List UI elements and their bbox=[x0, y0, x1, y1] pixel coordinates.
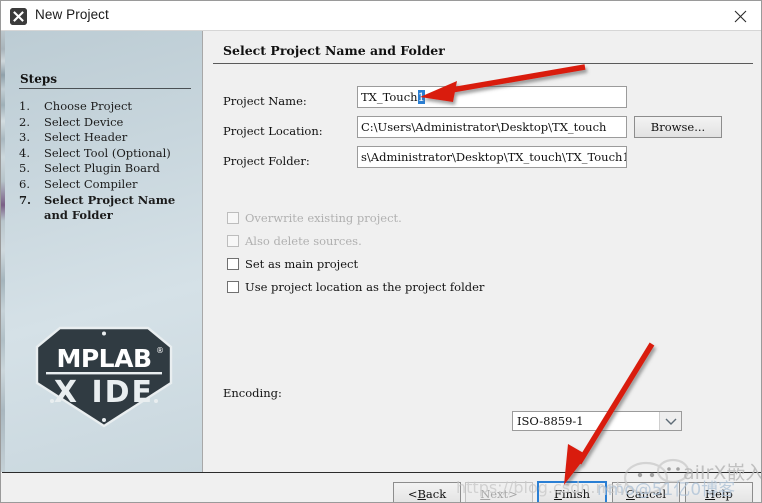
next-button-label: ext bbox=[490, 487, 509, 501]
finish-button-label: inish bbox=[561, 487, 591, 501]
help-button-label: elp bbox=[715, 487, 733, 501]
checkbox-label: Also delete sources. bbox=[245, 234, 362, 248]
step-number: 4. bbox=[19, 145, 30, 160]
sidebar-step-4: 4. Select Tool (Optional) bbox=[19, 146, 202, 162]
sidebar-step-5: 5. Select Plugin Board bbox=[19, 161, 202, 177]
encoding-label: Encoding: bbox=[223, 386, 282, 400]
checkbox-overwrite-existing-project: Overwrite existing project. bbox=[227, 211, 402, 225]
svg-text:X IDE: X IDE bbox=[54, 375, 154, 410]
sidebar-step-2: 2. Select Device bbox=[19, 115, 202, 131]
step-label: Choose Project bbox=[44, 99, 133, 113]
checkbox-label: Overwrite existing project. bbox=[245, 211, 402, 225]
mplab-x-ide-logo: MPLAB ® X IDE bbox=[30, 325, 178, 429]
project-location-value: C:\Users\Administrator\Desktop\TX_touch bbox=[361, 120, 607, 134]
checkbox-box bbox=[227, 235, 239, 247]
finish-button[interactable]: Finish bbox=[537, 481, 607, 502]
project-name-label: Project Name: bbox=[223, 94, 307, 108]
checkbox-box[interactable] bbox=[227, 258, 239, 270]
step-number: 6. bbox=[19, 176, 30, 191]
step-number: 2. bbox=[19, 114, 30, 129]
main-panel: Select Project Name and Folder Project N… bbox=[202, 31, 761, 472]
next-button-mnemonic: N bbox=[480, 487, 491, 501]
back-button[interactable]: < Back bbox=[393, 482, 461, 502]
cancel-button-mnemonic: C bbox=[626, 487, 635, 501]
step-label: Select Header bbox=[44, 130, 128, 145]
encoding-select[interactable]: ISO-8859-1 bbox=[512, 411, 682, 431]
checkbox-also-delete-sources: Also delete sources. bbox=[227, 234, 362, 248]
step-number: 3. bbox=[19, 130, 30, 145]
steps-heading: Steps bbox=[20, 72, 57, 86]
project-location-input[interactable]: C:\Users\Administrator\Desktop\TX_touch bbox=[357, 116, 627, 138]
back-button-mnemonic: B bbox=[417, 487, 426, 501]
step-label: Select Project Name bbox=[44, 192, 176, 207]
project-location-label: Project Location: bbox=[223, 124, 323, 138]
steps-sidebar: MPLAB ® X IDE Steps 1. Choose Project 2. Se… bbox=[2, 31, 202, 472]
sidebar-step-7: 7. Select Project Name bbox=[19, 193, 202, 209]
help-button[interactable]: Help bbox=[685, 482, 753, 502]
window-title: New Project bbox=[35, 7, 109, 22]
svg-text:®: ® bbox=[156, 346, 164, 355]
sidebar-step-1: 1. Choose Project bbox=[19, 99, 202, 115]
browse-button-label: Browse... bbox=[650, 120, 706, 134]
mplab-x-icon bbox=[10, 8, 27, 25]
help-button-mnemonic: H bbox=[705, 487, 716, 501]
project-name-input[interactable]: TX_Touch 1 bbox=[357, 86, 627, 108]
new-project-dialog: New Project MPLAB ® X IDE Steps 1. Choos… bbox=[0, 0, 762, 503]
checkbox-box[interactable] bbox=[227, 281, 239, 293]
step-number: 1. bbox=[19, 99, 30, 113]
step-label: Select Device bbox=[44, 114, 124, 129]
chevron-down-icon[interactable] bbox=[659, 412, 681, 430]
svg-text:MPLAB: MPLAB bbox=[56, 344, 151, 373]
dialog-button-bar: < Back Next > Finish Cancel Help bbox=[2, 472, 761, 502]
back-button-prefix: < bbox=[407, 487, 418, 501]
project-folder-input[interactable]: s\Administrator\Desktop\TX_touch\TX_Touc… bbox=[357, 146, 627, 168]
steps-list: 1. Choose Project 2. Select Device 3. Select … bbox=[19, 99, 202, 224]
project-folder-label: Project Folder: bbox=[223, 154, 310, 168]
next-button: Next > bbox=[465, 482, 533, 502]
project-name-value: TX_Touch bbox=[361, 90, 418, 104]
panel-divider bbox=[213, 63, 753, 64]
left-edge-artifact bbox=[1, 31, 5, 472]
steps-divider bbox=[19, 88, 191, 89]
browse-button[interactable]: Browse... bbox=[634, 116, 722, 138]
checkbox-label: Use project location as the project fold… bbox=[245, 280, 485, 294]
next-button-suffix: > bbox=[508, 487, 518, 501]
back-button-label: ack bbox=[425, 487, 447, 501]
checkbox-use-project-location-as-folder[interactable]: Use project location as the project fold… bbox=[227, 280, 484, 294]
finish-button-mnemonic: F bbox=[553, 487, 562, 501]
step-number: 5. bbox=[19, 161, 30, 176]
step-label: Select Tool (Optional) bbox=[44, 145, 171, 160]
page-title: Select Project Name and Folder bbox=[223, 43, 445, 58]
encoding-selected-value: ISO-8859-1 bbox=[517, 414, 584, 428]
close-icon bbox=[734, 10, 747, 23]
checkbox-label: Set as main project bbox=[245, 257, 359, 271]
title-bar: New Project bbox=[1, 1, 761, 31]
sidebar-step-6: 6. Select Compiler bbox=[19, 177, 202, 193]
checkbox-box bbox=[227, 212, 239, 224]
project-name-selected-text: 1 bbox=[417, 90, 425, 104]
checkbox-set-as-main-project[interactable]: Set as main project bbox=[227, 257, 358, 271]
step-label: Select Plugin Board bbox=[44, 161, 160, 176]
close-button[interactable] bbox=[719, 1, 761, 30]
cancel-button-label: ancel bbox=[634, 487, 666, 501]
cancel-button[interactable]: Cancel bbox=[612, 482, 680, 502]
project-folder-value: s\Administrator\Desktop\TX_touch\TX_Touc… bbox=[361, 150, 627, 164]
step-number: 7. bbox=[19, 192, 32, 207]
step-label: Select Compiler bbox=[44, 176, 138, 191]
sidebar-step-7-continuation: and Folder bbox=[44, 208, 113, 223]
sidebar-step-3: 3. Select Header bbox=[19, 130, 202, 146]
